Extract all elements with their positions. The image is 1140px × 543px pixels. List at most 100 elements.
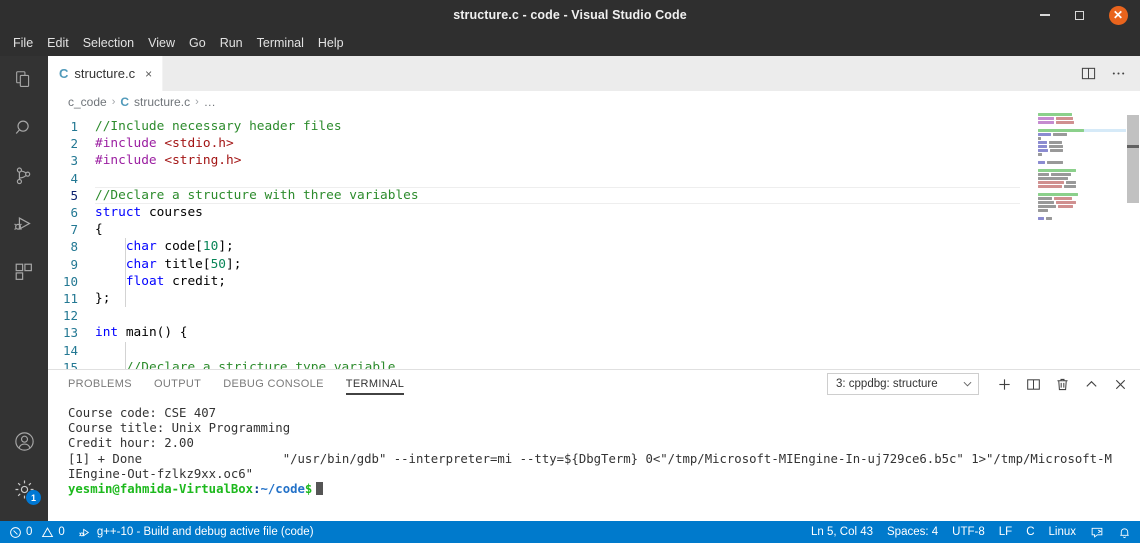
tab-problems[interactable]: PROBLEMS [68, 374, 132, 395]
status-build-task[interactable]: g++-10 - Build and debug active file (co… [72, 521, 321, 543]
tab-debug-console[interactable]: DEBUG CONSOLE [223, 374, 324, 395]
minimap-block [1038, 201, 1054, 204]
sidebar-item-run-debug[interactable] [0, 200, 48, 248]
code-line[interactable]: 11}; [48, 290, 1140, 307]
minimap-line [1038, 217, 1126, 220]
code-editor[interactable]: 1 //Include necessary header files 2 #inclu… [48, 113, 1140, 369]
minimap-line [1038, 181, 1126, 184]
tab-terminal[interactable]: TERMINAL [345, 374, 405, 395]
menu-edit[interactable]: Edit [40, 33, 76, 53]
minimap-line [1038, 113, 1126, 116]
code-line[interactable]: 14 [48, 341, 1140, 358]
breadcrumb-symbol[interactable]: … [204, 95, 216, 109]
extensions-icon [15, 263, 32, 280]
line-number: 6 [70, 205, 78, 221]
maximize-button[interactable] [1062, 0, 1096, 30]
menu-view[interactable]: View [141, 33, 182, 53]
indent-guide [125, 238, 126, 308]
sidebar-item-source-control[interactable] [0, 152, 48, 200]
breadcrumb-file[interactable]: structure.c [134, 95, 190, 109]
code-line-text: //Declare a structure with three variabl… [95, 187, 419, 203]
breadcrumb-separator: › [111, 96, 116, 108]
code-line-text: #include <string.h> [95, 153, 242, 169]
menu-run[interactable]: Run [213, 33, 250, 53]
sidebar-item-account[interactable] [0, 417, 48, 465]
source-control-icon [16, 167, 31, 185]
code-line[interactable]: 3 #include <string.h> [48, 152, 1140, 169]
new-terminal-button[interactable] [990, 371, 1018, 397]
status-encoding[interactable]: UTF-8 [945, 521, 992, 543]
minimap-line [1038, 197, 1126, 200]
split-terminal-button[interactable] [1019, 371, 1047, 397]
minimap-block [1038, 161, 1045, 164]
line-number: 9 [70, 256, 78, 272]
tab-structure-c[interactable]: C structure.c × [48, 56, 164, 91]
sidebar-item-search[interactable] [0, 104, 48, 152]
status-indentation[interactable]: Spaces: 4 [880, 521, 945, 543]
menu-help[interactable]: Help [311, 33, 351, 53]
menu-go[interactable]: Go [182, 33, 213, 53]
status-cursor-position[interactable]: Ln 5, Col 43 [804, 521, 880, 543]
code-line[interactable]: 6 struct courses [48, 204, 1140, 221]
menu-file[interactable]: File [6, 33, 40, 53]
code-line[interactable]: 5 //Declare a structure with three variab… [48, 186, 1140, 205]
minimap-block [1038, 137, 1041, 140]
status-remote-platform[interactable]: Linux [1042, 521, 1084, 543]
close-button[interactable]: ✕ [1096, 0, 1140, 30]
sidebar-item-extensions[interactable] [0, 248, 48, 296]
c-file-icon: C [59, 66, 69, 81]
code-line[interactable]: 1 //Include necessary header files [48, 118, 1140, 135]
status-language-mode[interactable]: C [1019, 521, 1041, 543]
status-notifications[interactable] [1111, 521, 1138, 543]
code-line[interactable]: 15 //Declare a stricture type variable [48, 359, 1140, 369]
code-line[interactable]: 9 char title[50]; [48, 256, 1140, 273]
minimize-button[interactable] [1028, 0, 1062, 30]
status-feedback[interactable] [1083, 521, 1111, 543]
maximize-panel-button[interactable] [1077, 371, 1105, 397]
code-line[interactable]: 13 int main() { [48, 324, 1140, 341]
terminal-output[interactable]: Course code: CSE 407 Course title: Unix P… [48, 398, 1140, 521]
minimap-block [1038, 129, 1084, 132]
kill-terminal-button[interactable] [1048, 371, 1076, 397]
line-number: 10 [62, 273, 78, 289]
editor-scrollbar-thumb[interactable] [1127, 115, 1139, 203]
code-line[interactable]: 7{ [48, 221, 1140, 238]
line-number: 3 [70, 153, 78, 169]
code-line[interactable]: 8 char code[10]; [48, 238, 1140, 255]
terminal-line: Course code: CSE 407 [68, 406, 217, 420]
minimap-block [1038, 181, 1064, 184]
minimap-line [1038, 185, 1126, 188]
minimap-block [1038, 153, 1042, 156]
code-line[interactable]: 2 #include <stdio.h> [48, 135, 1140, 152]
chevron-up-icon [1085, 380, 1097, 387]
minimap-line [1038, 129, 1126, 132]
menu-selection[interactable]: Selection [76, 33, 141, 53]
minimap-block [1056, 201, 1076, 204]
status-problems[interactable]: 0 0 [2, 521, 72, 543]
minimap[interactable] [1038, 113, 1126, 369]
sidebar-item-settings[interactable]: 1 [0, 465, 48, 513]
minimap-block [1038, 197, 1052, 200]
breadcrumb: c_code › C structure.c › … [48, 91, 1140, 113]
line-number: 15 [62, 359, 78, 369]
menu-terminal[interactable]: Terminal [250, 33, 311, 53]
minimap-block [1056, 117, 1073, 120]
build-task-label: g++-10 - Build and debug active file (co… [96, 526, 314, 538]
status-eol[interactable]: LF [992, 521, 1019, 543]
more-actions-button[interactable] [1104, 56, 1132, 91]
panel-actions: 3: cppdbg: structure [827, 371, 1140, 397]
sidebar-item-explorer[interactable] [0, 56, 48, 104]
tab-close-icon[interactable]: × [145, 68, 152, 80]
split-editor-button[interactable] [1074, 56, 1102, 91]
terminal-select[interactable]: 3: cppdbg: structure [827, 373, 979, 395]
breadcrumb-folder[interactable]: c_code [68, 95, 107, 109]
close-panel-button[interactable] [1106, 371, 1134, 397]
tab-output[interactable]: OUTPUT [154, 374, 201, 395]
code-line[interactable]: 12 [48, 307, 1140, 324]
line-number: 5 [70, 187, 78, 203]
code-line[interactable]: 10 float credit; [48, 273, 1140, 290]
code-line-text: float credit; [125, 273, 226, 289]
code-line[interactable]: 4 [48, 170, 1140, 187]
editor-scrollbar[interactable] [1126, 113, 1140, 369]
editor-group: C structure.c × c_code › C structure.c ›… [48, 56, 1140, 521]
